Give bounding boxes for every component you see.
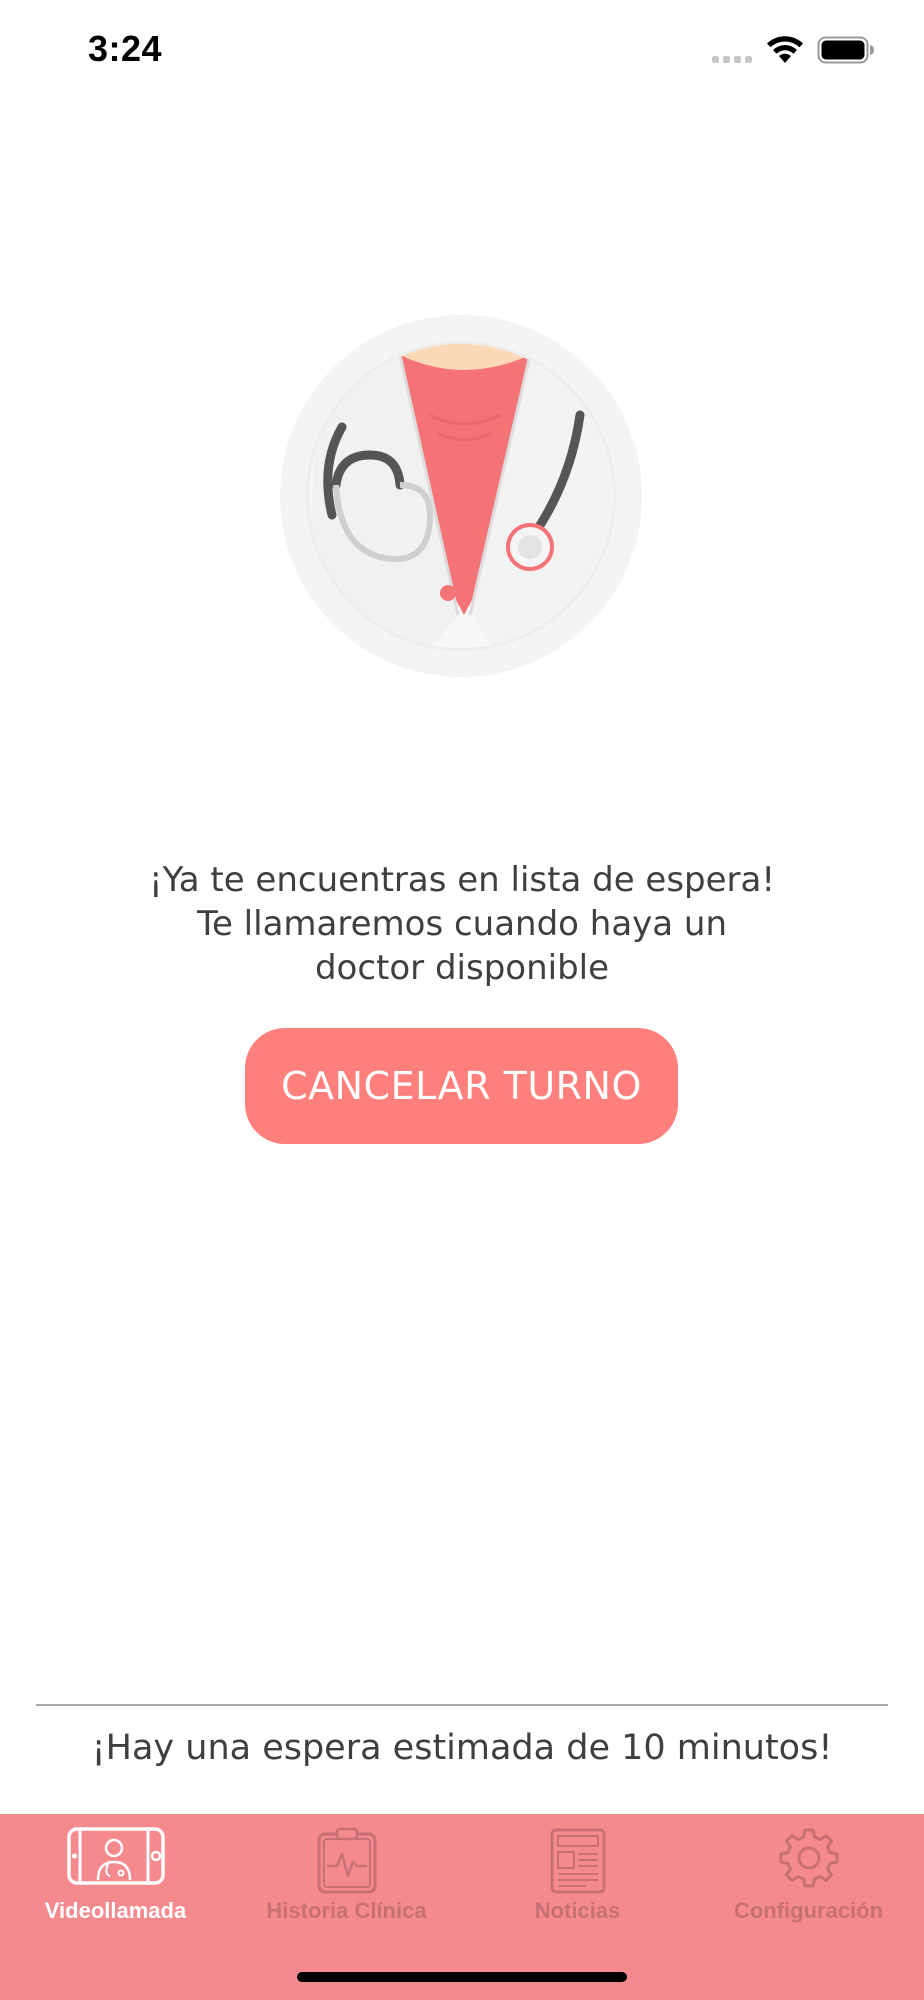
tab-label: Noticias bbox=[534, 1898, 621, 1923]
videocall-icon bbox=[66, 1827, 165, 1885]
tab-historia-clinica[interactable]: Historia Clínica bbox=[231, 1814, 462, 1944]
clipboard-health-icon bbox=[317, 1827, 376, 1894]
tab-label: Historia Clínica bbox=[266, 1898, 427, 1923]
message-line-1: ¡Ya te encuentras en lista de espera! bbox=[149, 860, 775, 900]
tab-label: Videollamada bbox=[44, 1898, 187, 1923]
home-indicator bbox=[297, 1972, 627, 1982]
gear-icon bbox=[779, 1828, 838, 1888]
doctor-illustration bbox=[280, 315, 642, 677]
status-time: 3:24 bbox=[88, 28, 163, 69]
estimated-wait-text: ¡Hay una espera estimada de 10 minutos! bbox=[91, 1728, 833, 1768]
status-bar: 3:24 bbox=[0, 0, 924, 100]
newspaper-icon bbox=[550, 1828, 605, 1894]
tab-label: Configuración bbox=[733, 1898, 884, 1923]
cancel-turn-button[interactable]: CANCELAR TURNO bbox=[245, 1028, 678, 1144]
divider bbox=[36, 1704, 888, 1706]
battery-icon bbox=[817, 36, 874, 64]
cellular-signal-icon bbox=[712, 56, 752, 63]
message-line-3: doctor disponible bbox=[314, 948, 610, 988]
waiting-list-message: ¡Ya te encuentras en lista de espera! Te… bbox=[100, 858, 824, 990]
tab-configuracion[interactable]: Configuración bbox=[693, 1814, 924, 1944]
tab-noticias[interactable]: Noticias bbox=[462, 1814, 693, 1944]
message-line-2: Te llamaremos cuando haya un bbox=[196, 904, 728, 944]
wifi-icon bbox=[767, 36, 803, 63]
tab-videollamada[interactable]: Videollamada bbox=[0, 1814, 231, 1944]
